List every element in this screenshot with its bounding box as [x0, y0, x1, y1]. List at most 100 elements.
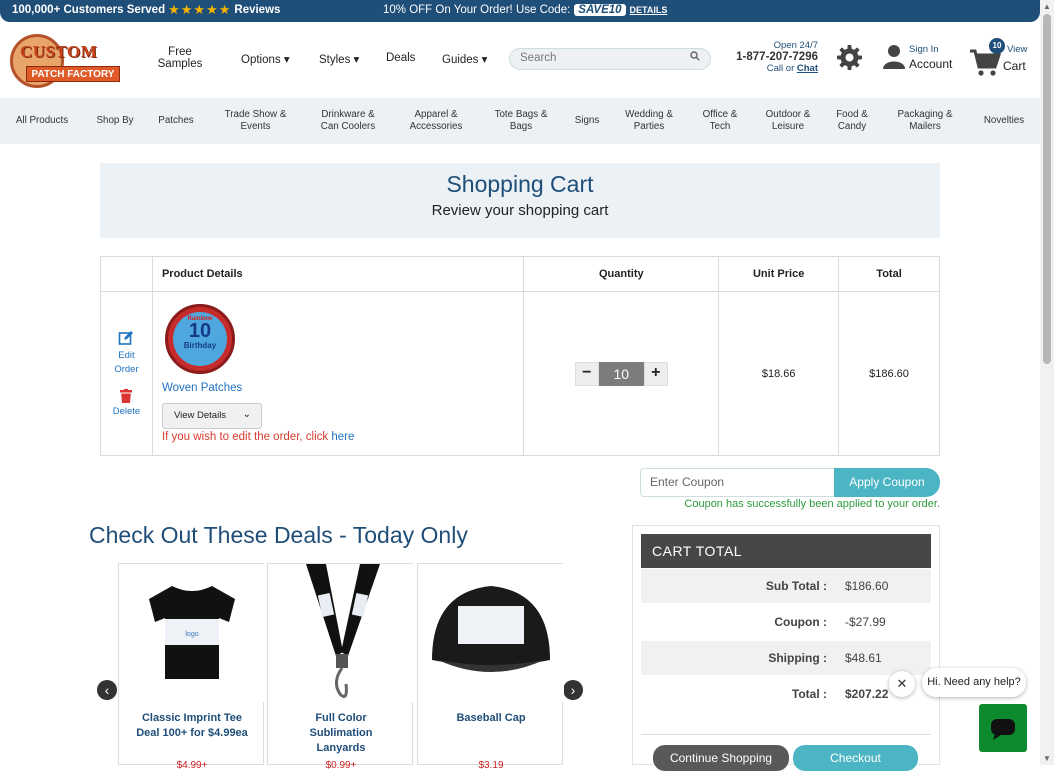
deal-name-lanyard: Full Color Sublimation Lanyards	[268, 711, 414, 756]
carousel-prev-icon[interactable]: ‹	[97, 680, 117, 700]
nav-guides-menu[interactable]: Guides ▾	[442, 52, 487, 66]
product-thumbnail[interactable]: Rainbow 10 Birthday	[164, 304, 235, 374]
header-quantity: Quantity	[523, 256, 720, 292]
logo-banner-text: PATCH FACTORY	[26, 66, 120, 82]
edit-order-button[interactable]: Edit Order	[101, 330, 152, 375]
row-actions: Edit Order Delete	[100, 291, 153, 456]
divider	[641, 734, 931, 735]
scroll-down-icon[interactable]: ▼	[1043, 754, 1051, 763]
chat-close-icon[interactable]: ✕	[889, 671, 915, 697]
nav-free-samples-line1: Free	[168, 46, 192, 58]
subtotal-value: $186.60	[845, 579, 889, 593]
view-details-label: View Details	[173, 410, 227, 421]
product-name-link[interactable]: Woven Patches	[162, 382, 242, 394]
cat-shop-by[interactable]: Shop By	[90, 98, 140, 144]
nav-styles-menu[interactable]: Styles ▾	[319, 52, 359, 66]
cat-wedding[interactable]: Wedding & Parties	[616, 98, 682, 144]
cat-food-candy[interactable]: Food & Candy	[828, 98, 876, 144]
patch-text-number: 10	[188, 320, 212, 342]
view-details-dropdown[interactable]: View Details ⌄	[161, 403, 262, 429]
total-value: $207.22	[845, 687, 889, 701]
cat-tote-bags[interactable]: Tote Bags & Bags	[488, 98, 554, 144]
promo-message: 10% OFF On Your Order! Use Code: SAVE10 …	[383, 4, 667, 16]
header-product-details: Product Details	[151, 256, 525, 292]
cat-trade-show[interactable]: Trade Show & Events	[218, 98, 293, 144]
carousel-next-icon[interactable]: ›	[563, 680, 583, 700]
customers-text: 100,000+ Customers Served	[12, 4, 166, 16]
edit-icon	[119, 331, 134, 345]
scroll-up-icon[interactable]: ▲	[1043, 2, 1051, 11]
search-input[interactable]: Search	[509, 48, 711, 70]
quantity-cell: − 10 +	[523, 291, 720, 456]
chat-launcher-button[interactable]	[979, 704, 1027, 752]
deal-cap-line1: Baseball Cap	[456, 712, 526, 724]
trash-icon	[120, 389, 133, 403]
deal-card-tee[interactable]: logo Classic Imprint Tee Deal 100+ for $4…	[118, 563, 265, 771]
apply-coupon-button[interactable]: Apply Coupon	[834, 468, 940, 497]
nav-options-menu[interactable]: Options ▾	[241, 52, 290, 66]
page-scrollbar[interactable]: ▲ ▼	[1040, 0, 1054, 765]
cat-patches[interactable]: Patches	[152, 98, 200, 144]
quantity-field[interactable]: 10	[598, 361, 644, 386]
gear-icon[interactable]	[836, 44, 863, 71]
cat-outdoor[interactable]: Outdoor & Leisure	[758, 98, 818, 144]
subtotal-label: Sub Total :	[765, 579, 827, 593]
cat-all-products[interactable]: All Products	[8, 98, 76, 144]
open-hours: Open 24/7	[773, 40, 818, 51]
deal-tee-line1: Classic Imprint Tee	[141, 712, 243, 724]
view-cart-text: View	[1007, 44, 1028, 55]
increase-qty-button[interactable]: +	[643, 361, 668, 386]
customers-served: 100,000+ Customers Served ★★★★★ Reviews	[12, 3, 280, 16]
deals-heading: Check Out These Deals - Today Only	[89, 522, 468, 548]
delete-label: Delete	[112, 406, 141, 417]
coupon-value: -$27.99	[845, 615, 886, 629]
account-label: Account	[909, 57, 953, 71]
deal-card-cap[interactable]: Baseball Cap $3.19	[417, 563, 564, 771]
deal-card-lanyard[interactable]: Full Color Sublimation Lanyards $0.99+	[267, 563, 414, 771]
cat-apparel[interactable]: Apparel & Accessories	[402, 98, 470, 144]
cat-novelties[interactable]: Novelties	[978, 98, 1030, 144]
deal-image-lanyard	[268, 564, 414, 702]
cart-link[interactable]: 10 View Cart	[969, 38, 1031, 78]
svg-text:logo: logo	[185, 631, 198, 638]
promo-details-link[interactable]: DETAILS	[630, 5, 668, 15]
deal-price-cap: $3.19	[478, 760, 504, 771]
header-total: Total	[838, 256, 940, 292]
user-icon	[883, 45, 905, 69]
page-title: Shopping Cart	[446, 171, 594, 197]
promo-bar: 100,000+ Customers Served ★★★★★ Reviews …	[0, 0, 1040, 22]
cat-signs[interactable]: Signs	[568, 98, 606, 144]
chat-link[interactable]: Chat	[797, 63, 818, 74]
delete-button[interactable]: Delete	[101, 389, 152, 417]
chat-prompt-bubble[interactable]: Hi. Need any help?	[922, 668, 1026, 697]
coupon-input[interactable]: Enter Coupon	[640, 468, 836, 497]
phone-contact: Open 24/7 1-877-207-7296 Call or Chat	[726, 40, 818, 74]
shipping-row: Shipping : $48.61	[641, 641, 931, 675]
sign-in-link[interactable]: Sign In	[909, 44, 939, 55]
cat-packaging[interactable]: Packaging & Mailers	[888, 98, 962, 144]
cat-drinkware[interactable]: Drinkware & Can Coolers	[312, 98, 384, 144]
cart-total-heading: CART TOTAL	[641, 534, 931, 568]
cat-office-tech[interactable]: Office & Tech	[694, 98, 746, 144]
phone-number[interactable]: 1-877-207-7296	[726, 51, 818, 63]
shipping-value: $48.61	[845, 651, 882, 665]
promo-code-badge: SAVE10	[574, 4, 626, 16]
decrease-qty-button[interactable]: −	[574, 361, 599, 386]
nav-free-samples-line2: Samples	[157, 58, 203, 70]
deal-name-tee: Classic Imprint Tee Deal 100+ for $4.99ea	[119, 711, 265, 741]
continue-shopping-button[interactable]: Continue Shopping	[653, 745, 789, 771]
edit-here-link[interactable]: here	[331, 431, 354, 443]
search-icon[interactable]	[690, 51, 700, 64]
site-logo[interactable]: CUSTOM PATCH FACTORY	[10, 34, 122, 88]
shipping-label: Shipping :	[768, 651, 827, 665]
checkout-button[interactable]: Checkout	[793, 745, 918, 771]
scrollbar-thumb[interactable]	[1043, 14, 1051, 364]
account-menu[interactable]: Sign In Account	[882, 44, 952, 75]
nav-free-samples[interactable]: Free Samples	[156, 46, 204, 70]
table-header-row: Product Details Quantity Unit Price Tota…	[100, 256, 940, 292]
nav-deals-link[interactable]: Deals	[386, 52, 415, 64]
promo-text: 10% OFF On Your Order! Use Code:	[383, 4, 571, 16]
cart-count-badge: 10	[989, 38, 1005, 54]
deal-lanyard-line2: Sublimation	[309, 727, 373, 739]
reviews-link[interactable]: Reviews	[234, 4, 280, 16]
